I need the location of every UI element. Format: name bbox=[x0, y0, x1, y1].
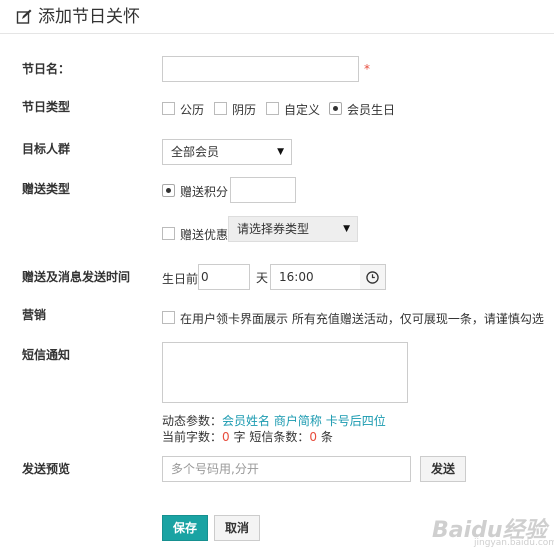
coupon-type-placeholder: 请选择券类型 bbox=[237, 222, 310, 236]
gift-points-label: 赠送积分 bbox=[180, 185, 229, 199]
festival-type-label: 节日类型 bbox=[22, 100, 71, 114]
marketing-label: 营销 bbox=[22, 308, 47, 322]
sms-count-row: 当前字数：0 字 短信条数：0 条 bbox=[162, 428, 333, 445]
type-gregorian-checkbox[interactable] bbox=[162, 102, 175, 115]
caret-down-icon: ▼ bbox=[343, 224, 350, 234]
char-count-value: 0 bbox=[222, 430, 230, 444]
gift-points-input[interactable] bbox=[230, 177, 296, 203]
edit-icon bbox=[16, 9, 32, 24]
sms-count-unit: 条 bbox=[320, 430, 333, 444]
param-card-last4[interactable]: 卡号后四位 bbox=[326, 414, 386, 428]
type-gregorian-label: 公历 bbox=[180, 103, 205, 117]
param-member-name[interactable]: 会员姓名 bbox=[222, 414, 270, 428]
sms-count-label: 短信条数： bbox=[249, 430, 310, 444]
gift-type-label: 赠送类型 bbox=[22, 182, 71, 196]
send-time-label: 赠送及消息发送时间 bbox=[22, 270, 131, 284]
gift-coupon-checkbox[interactable] bbox=[162, 227, 175, 240]
clock-icon bbox=[366, 271, 379, 284]
type-lunar-label: 阴历 bbox=[232, 103, 257, 117]
baidu-watermark: Baidu经验 jingyan.baidu.com bbox=[424, 508, 554, 554]
target-group-value: 全部会员 bbox=[171, 145, 220, 159]
char-count-unit: 字 bbox=[233, 430, 246, 444]
festival-name-label: 节日名： bbox=[22, 62, 71, 76]
page-header: 添加节日关怀 bbox=[0, 0, 554, 34]
preview-label: 发送预览 bbox=[22, 462, 71, 476]
send-time-prefix: 生日前 bbox=[162, 272, 199, 286]
marketing-text: 在用户领卡界面展示 所有充值赠送活动，仅可展现一条，请谨慎勾选 bbox=[180, 312, 544, 326]
gift-coupon-label: 赠送优惠 bbox=[180, 228, 229, 242]
dynamic-params-row: 动态参数：会员姓名 商户简称 卡号后四位 bbox=[162, 412, 386, 429]
type-lunar-checkbox[interactable] bbox=[214, 102, 227, 115]
sms-label: 短信通知 bbox=[22, 348, 71, 362]
preview-phone-input[interactable] bbox=[162, 456, 411, 482]
coupon-type-select[interactable]: 请选择券类型 ▼ bbox=[228, 216, 358, 242]
cancel-button[interactable]: 取消 bbox=[214, 515, 260, 541]
sms-textarea[interactable] bbox=[162, 342, 408, 403]
send-preview-button[interactable]: 发送 bbox=[420, 456, 466, 482]
time-input[interactable] bbox=[270, 264, 361, 290]
caret-down-icon: ▼ bbox=[277, 147, 284, 157]
gift-points-radio[interactable] bbox=[162, 184, 175, 197]
char-count-label: 当前字数： bbox=[162, 430, 223, 444]
festival-name-input[interactable] bbox=[162, 56, 359, 82]
days-before-input[interactable] bbox=[198, 264, 250, 290]
target-group-label: 目标人群 bbox=[22, 142, 71, 156]
target-group-select[interactable]: 全部会员 ▼ bbox=[162, 139, 292, 165]
type-birthday-label: 会员生日 bbox=[347, 103, 396, 117]
marketing-checkbox[interactable] bbox=[162, 311, 175, 324]
watermark-sub-text: jingyan.baidu.com bbox=[474, 538, 554, 548]
sms-count-value: 0 bbox=[309, 430, 317, 444]
days-unit: 天 bbox=[256, 271, 269, 285]
page-title: 添加节日关怀 bbox=[38, 7, 140, 27]
time-picker-button[interactable] bbox=[360, 264, 386, 290]
dynamic-params-label: 动态参数： bbox=[162, 414, 223, 428]
type-custom-label: 自定义 bbox=[284, 103, 321, 117]
type-birthday-radio[interactable] bbox=[329, 102, 342, 115]
param-merchant-short[interactable]: 商户简称 bbox=[274, 414, 322, 428]
type-custom-checkbox[interactable] bbox=[266, 102, 279, 115]
save-button[interactable]: 保存 bbox=[162, 515, 208, 541]
required-mark: * bbox=[364, 62, 370, 76]
